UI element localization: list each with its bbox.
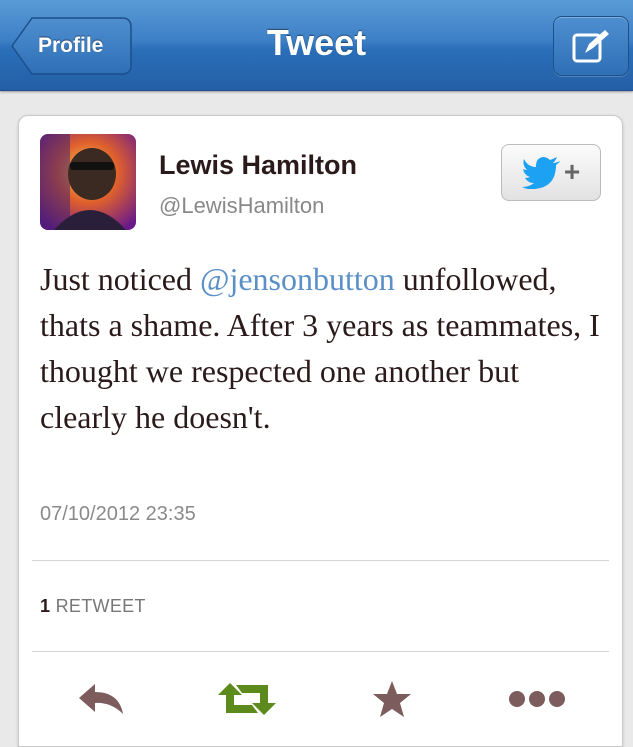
more-icon [509,691,565,707]
page-title: Tweet [266,22,367,63]
tweet-text-start: Just noticed [40,261,200,297]
navigation-bar: Profile Tweet [0,0,633,91]
retweet-count-label: RETWEET [55,596,146,616]
mention-link[interactable]: @jensonbutton [200,261,395,297]
tweet-text: Just noticed @jensonbutton unfollowed, t… [40,256,610,440]
reply-icon [79,684,123,714]
divider [32,560,609,561]
avatar[interactable] [40,134,136,230]
reply-button[interactable] [71,677,131,721]
retweet-icon [218,683,276,715]
user-name[interactable]: Lewis Hamilton [159,150,357,181]
retweet-count[interactable]: 1 RETWEET [40,596,146,617]
favorite-star-icon [373,681,411,717]
divider [32,651,609,652]
tweet-timestamp: 07/10/2012 23:35 [40,503,196,525]
user-handle[interactable]: @LewisHamilton [159,193,324,219]
compose-button[interactable] [553,16,629,76]
plus-icon: + [563,155,581,187]
twitter-bird-icon [521,156,560,189]
retweet-count-number: 1 [40,596,51,616]
more-button[interactable] [507,677,567,721]
tweet-card: Lewis Hamilton @LewisHamilton + Just not… [18,115,623,747]
retweet-button[interactable] [217,677,277,721]
follow-button[interactable]: + [501,144,601,201]
compose-icon [572,30,609,63]
tweet-actions [19,669,622,729]
favorite-button[interactable] [362,677,422,721]
